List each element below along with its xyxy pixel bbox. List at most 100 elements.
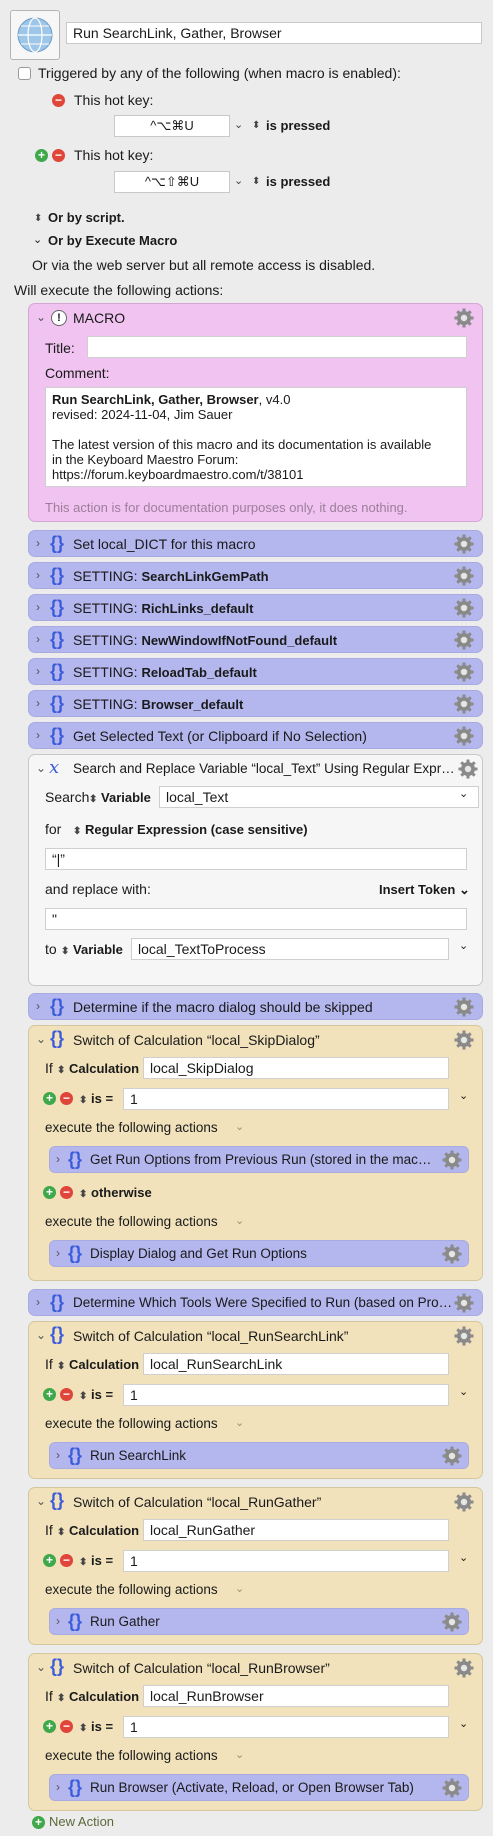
hotkey-field[interactable]: ^⌥⌘U: [114, 115, 230, 137]
comment-textarea[interactable]: Run SearchLink, Gather, Browser, v4.0 re…: [45, 387, 467, 487]
chevron-right-icon[interactable]: ›: [56, 1614, 60, 1628]
search-variable-field[interactable]: local_Text: [159, 786, 479, 808]
add-case-button[interactable]: +: [43, 1388, 56, 1401]
group-action[interactable]: › {} Determine Which Tools Were Specifie…: [28, 1289, 483, 1316]
case-value-field[interactable]: 1: [123, 1550, 449, 1572]
gear-icon[interactable]: [442, 1612, 462, 1632]
group-action[interactable]: › {} Get Selected Text (or Clipboard if …: [28, 722, 483, 749]
chevron-right-icon[interactable]: ›: [56, 1152, 60, 1166]
gear-icon[interactable]: [442, 1778, 462, 1798]
comment-action[interactable]: ⌄ ! MACRO Title: Comment: Run SearchLink…: [28, 303, 483, 522]
replacement-field[interactable]: ": [45, 908, 467, 930]
calculation-field[interactable]: local_RunGather: [143, 1519, 449, 1541]
chevron-right-icon[interactable]: ›: [36, 600, 40, 614]
switch-action[interactable]: ⌄ {} Switch of Calculation “local_SkipDi…: [28, 1025, 483, 1281]
chevron-down-icon[interactable]: ⌄: [36, 1032, 46, 1046]
group-action[interactable]: › {} SETTING: SearchLinkGemPath: [28, 562, 483, 589]
chevron-right-icon[interactable]: ›: [36, 664, 40, 678]
add-case-button[interactable]: +: [43, 1554, 56, 1567]
or-by-execute-macro[interactable]: Or by Execute Macro: [48, 233, 177, 248]
gear-icon[interactable]: [454, 566, 474, 586]
condition-selector[interactable]: ⬍ is =: [79, 1553, 113, 1568]
remove-trigger-button[interactable]: −: [52, 149, 65, 162]
gear-icon[interactable]: [454, 1658, 474, 1678]
gear-icon[interactable]: [442, 1150, 462, 1170]
add-case-button[interactable]: +: [43, 1186, 56, 1199]
chevron-down-icon[interactable]: ⌄: [234, 118, 243, 131]
hotkey-condition[interactable]: is pressed: [266, 118, 330, 133]
add-case-button[interactable]: +: [43, 1092, 56, 1105]
title-field[interactable]: [87, 336, 467, 358]
chevron-down-icon[interactable]: ⌄: [459, 1385, 468, 1398]
chevron-down-icon[interactable]: ⌄: [235, 1582, 244, 1595]
gear-icon[interactable]: [458, 759, 478, 779]
chevron-right-icon[interactable]: ›: [56, 1780, 60, 1794]
gear-icon[interactable]: [454, 1326, 474, 1346]
calculation-selector[interactable]: ⬍ Calculation: [57, 1357, 139, 1372]
chevron-right-icon[interactable]: ›: [36, 1295, 40, 1309]
condition-selector[interactable]: ⬍ is =: [79, 1387, 113, 1402]
otherwise-selector[interactable]: ⬍ otherwise: [79, 1185, 152, 1200]
gear-icon[interactable]: [454, 997, 474, 1017]
group-action[interactable]: › {} Determine if the macro dialog shoul…: [28, 993, 483, 1020]
chevron-down-icon[interactable]: ⌄: [36, 1660, 46, 1674]
add-trigger-button[interactable]: +: [35, 149, 48, 162]
chevron-down-icon[interactable]: ⌄: [459, 1551, 468, 1564]
add-case-button[interactable]: +: [43, 1720, 56, 1733]
new-action-button[interactable]: New Action: [49, 1814, 114, 1829]
add-icon[interactable]: +: [32, 1816, 45, 1829]
gear-icon[interactable]: [454, 598, 474, 618]
macro-name-field[interactable]: Run SearchLink, Gather, Browser: [66, 22, 482, 44]
remove-case-button[interactable]: −: [60, 1720, 73, 1733]
case-value-field[interactable]: 1: [123, 1088, 449, 1110]
group-action[interactable]: › {} SETTING: Browser_default: [28, 690, 483, 717]
remove-trigger-button[interactable]: −: [52, 94, 65, 107]
chevron-down-icon[interactable]: ⌄: [234, 174, 243, 187]
macro-icon[interactable]: [10, 10, 60, 60]
gear-icon[interactable]: [454, 1293, 474, 1313]
condition-selector[interactable]: ⬍ is =: [79, 1719, 113, 1734]
chevron-down-icon[interactable]: ⌄: [235, 1748, 244, 1761]
or-by-script[interactable]: Or by script.: [48, 210, 125, 225]
group-action[interactable]: › {} Run Gather: [49, 1608, 469, 1635]
gear-icon[interactable]: [454, 1492, 474, 1512]
remove-case-button[interactable]: −: [60, 1186, 73, 1199]
gear-icon[interactable]: [442, 1244, 462, 1264]
chevron-right-icon[interactable]: ›: [36, 999, 40, 1013]
calculation-selector[interactable]: ⬍ Calculation: [57, 1061, 139, 1076]
chevron-down-icon[interactable]: ⌄: [235, 1416, 244, 1429]
hotkey-condition[interactable]: is pressed: [266, 174, 330, 189]
chevron-down-icon[interactable]: ⌄: [459, 787, 468, 800]
chevron-right-icon[interactable]: ›: [36, 568, 40, 582]
calculation-field[interactable]: local_RunSearchLink: [143, 1353, 449, 1375]
condition-selector[interactable]: ⬍ is =: [79, 1091, 113, 1106]
gear-icon[interactable]: [454, 726, 474, 746]
switch-action[interactable]: ⌄ {} Switch of Calculation “local_RunBro…: [28, 1653, 483, 1811]
chevron-down-icon[interactable]: ⌄: [459, 939, 468, 952]
chevron-right-icon[interactable]: ›: [36, 696, 40, 710]
pattern-field[interactable]: “|”: [45, 848, 467, 870]
gear-icon[interactable]: [454, 308, 474, 328]
chevron-right-icon[interactable]: ›: [56, 1448, 60, 1462]
gear-icon[interactable]: [442, 1446, 462, 1466]
chevron-down-icon[interactable]: ⌄: [235, 1120, 244, 1133]
chevron-down-icon[interactable]: ⌄: [459, 1089, 468, 1102]
hotkey-field[interactable]: ^⌥⇧⌘U: [114, 171, 230, 193]
group-action[interactable]: › {} SETTING: ReloadTab_default: [28, 658, 483, 685]
variable-selector[interactable]: ⬍ Variable: [61, 942, 123, 957]
gear-icon[interactable]: [454, 694, 474, 714]
remove-case-button[interactable]: −: [60, 1554, 73, 1567]
search-replace-action[interactable]: ⌄ x Search and Replace Variable “local_T…: [28, 754, 483, 986]
case-value-field[interactable]: 1: [123, 1716, 449, 1738]
gear-icon[interactable]: [454, 630, 474, 650]
chevron-down-icon[interactable]: ⌄: [36, 761, 46, 775]
chevron-down-icon[interactable]: ⌄: [36, 1328, 46, 1342]
group-action[interactable]: › {} Run SearchLink: [49, 1442, 469, 1469]
switch-action[interactable]: ⌄ {} Switch of Calculation “local_RunGat…: [28, 1487, 483, 1645]
chevron-right-icon[interactable]: ›: [36, 728, 40, 742]
remove-case-button[interactable]: −: [60, 1388, 73, 1401]
remove-case-button[interactable]: −: [60, 1092, 73, 1105]
to-variable-field[interactable]: local_TextToProcess: [131, 938, 449, 960]
chevron-down-icon[interactable]: ⌄: [33, 233, 42, 246]
insert-token-button[interactable]: Insert Token ⌄: [379, 882, 470, 898]
